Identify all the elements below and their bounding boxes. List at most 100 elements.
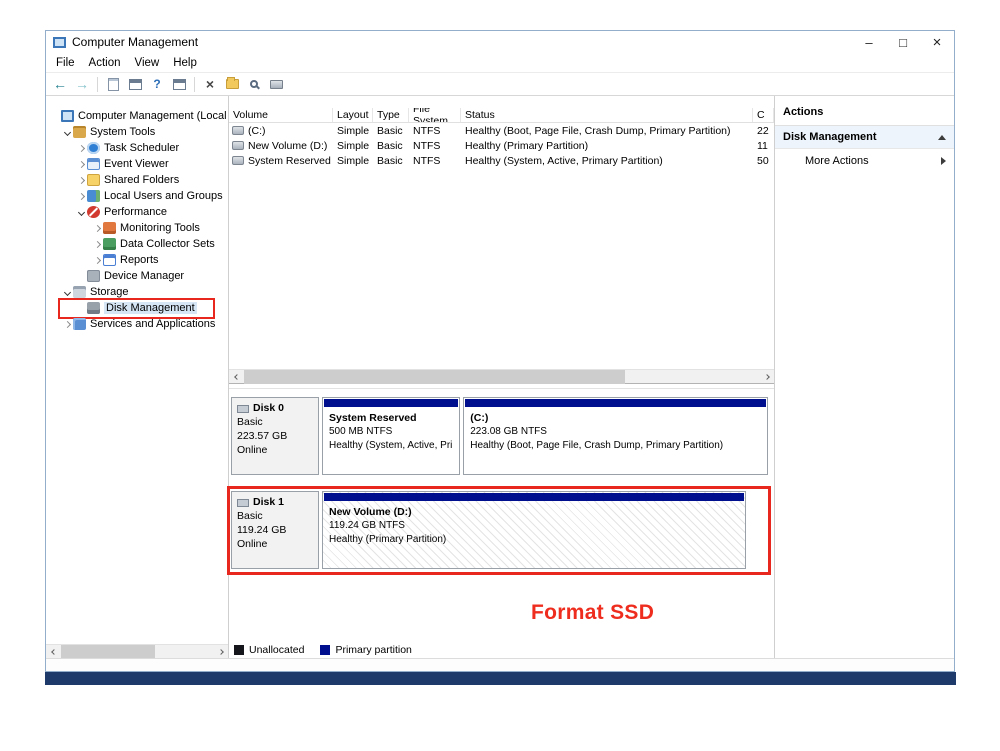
- tree-item-storage[interactable]: Storage: [46, 284, 228, 300]
- legend-primary-partition: Primary partition: [320, 644, 411, 656]
- properties-icon[interactable]: [169, 74, 189, 94]
- app-icon: [53, 37, 66, 48]
- chevron-right-icon[interactable]: [91, 242, 103, 247]
- menu-file[interactable]: File: [49, 57, 82, 69]
- tree-item-performance[interactable]: Performance: [46, 204, 228, 220]
- unallocated-swatch-icon: [234, 645, 244, 655]
- volume-icon: [232, 126, 244, 135]
- format-ssd-annotation: Format SSD: [531, 601, 654, 625]
- chevron-right-icon[interactable]: [91, 258, 103, 263]
- shared-folders-icon: [87, 174, 100, 186]
- volume-icon: [232, 141, 244, 150]
- actions-pane-title: Actions: [775, 106, 954, 126]
- disk-0-row: Disk 0 Basic 223.57 GB Online System Res…: [231, 397, 768, 475]
- minimize-button[interactable]: –: [852, 31, 886, 53]
- tree-item-shared-folders[interactable]: Shared Folders: [46, 172, 228, 188]
- toolbar-separator: [194, 77, 195, 92]
- tree-item-disk-management[interactable]: Disk Management: [46, 300, 228, 316]
- maximize-button[interactable]: □: [886, 31, 920, 53]
- volume-icon: [232, 156, 244, 165]
- table-row-new-volume-d[interactable]: New Volume (D:) Simple Basic NTFS Health…: [229, 138, 774, 153]
- chevron-right-icon[interactable]: [75, 162, 87, 167]
- window-controls: – □ ×: [852, 31, 954, 53]
- toolbar-separator: [97, 77, 98, 92]
- legend-unallocated: Unallocated: [234, 644, 304, 656]
- close-button[interactable]: ×: [920, 31, 954, 53]
- scroll-right-arrow[interactable]: [213, 645, 228, 659]
- forward-icon[interactable]: →: [72, 74, 92, 94]
- volume-table: Volume Layout Type File System Status C …: [229, 108, 774, 168]
- table-row-system-reserved[interactable]: System Reserved Simple Basic NTFS Health…: [229, 153, 774, 168]
- tree-item-computer-management[interactable]: Computer Management (Local: [46, 108, 228, 124]
- scroll-thumb[interactable]: [244, 370, 625, 384]
- column-type[interactable]: Type: [373, 108, 409, 122]
- storage-icon: [73, 286, 86, 298]
- chevron-down-icon[interactable]: [75, 210, 87, 215]
- tree-item-monitoring-tools[interactable]: Monitoring Tools: [46, 220, 228, 236]
- scroll-track[interactable]: [61, 645, 213, 659]
- volume-list: Volume Layout Type File System Status C …: [229, 96, 774, 384]
- menu-view[interactable]: View: [128, 57, 167, 69]
- tree-item-system-tools[interactable]: System Tools: [46, 124, 228, 140]
- scroll-track[interactable]: [244, 370, 759, 384]
- chevron-down-icon[interactable]: [61, 290, 73, 295]
- submenu-arrow-icon[interactable]: [941, 157, 946, 165]
- chevron-right-icon[interactable]: [75, 194, 87, 199]
- menu-help[interactable]: Help: [166, 57, 204, 69]
- disk-0-header[interactable]: Disk 0 Basic 223.57 GB Online: [231, 397, 319, 475]
- export-list-icon[interactable]: [125, 74, 145, 94]
- column-layout[interactable]: Layout: [333, 108, 373, 122]
- scroll-right-arrow[interactable]: [759, 370, 774, 384]
- performance-icon: [87, 206, 100, 218]
- chevron-down-icon[interactable]: [61, 130, 73, 135]
- scroll-left-arrow[interactable]: [46, 645, 61, 659]
- primary-partition-swatch-icon: [320, 645, 330, 655]
- chevron-right-icon[interactable]: [75, 146, 87, 151]
- find-icon[interactable]: [244, 74, 264, 94]
- tree-item-event-viewer[interactable]: Event Viewer: [46, 156, 228, 172]
- tree-item-device-manager[interactable]: Device Manager: [46, 268, 228, 284]
- partition-new-volume-d[interactable]: New Volume (D:) 119.24 GB NTFS Healthy (…: [322, 491, 746, 569]
- actions-section-disk-management[interactable]: Disk Management: [775, 126, 954, 149]
- chevron-right-icon[interactable]: [75, 178, 87, 183]
- menu-action[interactable]: Action: [82, 57, 128, 69]
- column-file-system[interactable]: File System: [409, 108, 461, 122]
- open-folder-icon[interactable]: [222, 74, 242, 94]
- tree-item-task-scheduler[interactable]: Task Scheduler: [46, 140, 228, 156]
- tree-item-services-applications[interactable]: Services and Applications: [46, 316, 228, 332]
- chevron-right-icon[interactable]: [61, 322, 73, 327]
- graphical-disk-view: Disk 0 Basic 223.57 GB Online System Res…: [229, 388, 774, 658]
- disk-1-header[interactable]: Disk 1 Basic 119.24 GB Online: [231, 491, 319, 569]
- volume-list-horizontal-scrollbar[interactable]: [229, 369, 774, 383]
- disk-rescan-icon[interactable]: [266, 74, 286, 94]
- event-viewer-icon: [87, 158, 100, 170]
- table-row-volume-c[interactable]: (C:) Simple Basic NTFS Healthy (Boot, Pa…: [229, 123, 774, 138]
- menu-bar: File Action View Help: [46, 53, 954, 72]
- show-console-tree-icon[interactable]: [103, 74, 123, 94]
- volume-table-header: Volume Layout Type File System Status C: [229, 108, 774, 123]
- delete-volume-icon[interactable]: ×: [200, 74, 220, 94]
- back-icon[interactable]: ←: [50, 74, 70, 94]
- column-volume[interactable]: Volume: [229, 108, 333, 122]
- tree-horizontal-scrollbar[interactable]: [46, 644, 228, 658]
- disk-1-row: Disk 1 Basic 119.24 GB Online New Volume…: [231, 491, 768, 569]
- scroll-left-arrow[interactable]: [229, 370, 244, 384]
- help-icon[interactable]: ?: [147, 74, 167, 94]
- collapse-section-icon[interactable]: [938, 135, 946, 140]
- column-capacity[interactable]: C: [753, 108, 774, 122]
- actions-pane: Actions Disk Management More Actions: [774, 96, 954, 658]
- partition-c[interactable]: (C:) 223.08 GB NTFS Healthy (Boot, Page …: [463, 397, 768, 475]
- column-status[interactable]: Status: [461, 108, 753, 122]
- device-manager-icon: [87, 270, 100, 282]
- scroll-thumb[interactable]: [61, 645, 155, 659]
- tree-item-data-collector-sets[interactable]: Data Collector Sets: [46, 236, 228, 252]
- tree-item-reports[interactable]: Reports: [46, 252, 228, 268]
- chevron-right-icon[interactable]: [91, 226, 103, 231]
- partition-system-reserved[interactable]: System Reserved 500 MB NTFS Healthy (Sys…: [322, 397, 460, 475]
- disk-icon: [237, 499, 249, 507]
- tree-item-local-users-groups[interactable]: Local Users and Groups: [46, 188, 228, 204]
- data-collector-sets-icon: [103, 238, 116, 250]
- services-icon: [73, 318, 86, 330]
- actions-more-actions[interactable]: More Actions: [775, 149, 954, 173]
- toolbar: ← → ? ×: [46, 72, 954, 96]
